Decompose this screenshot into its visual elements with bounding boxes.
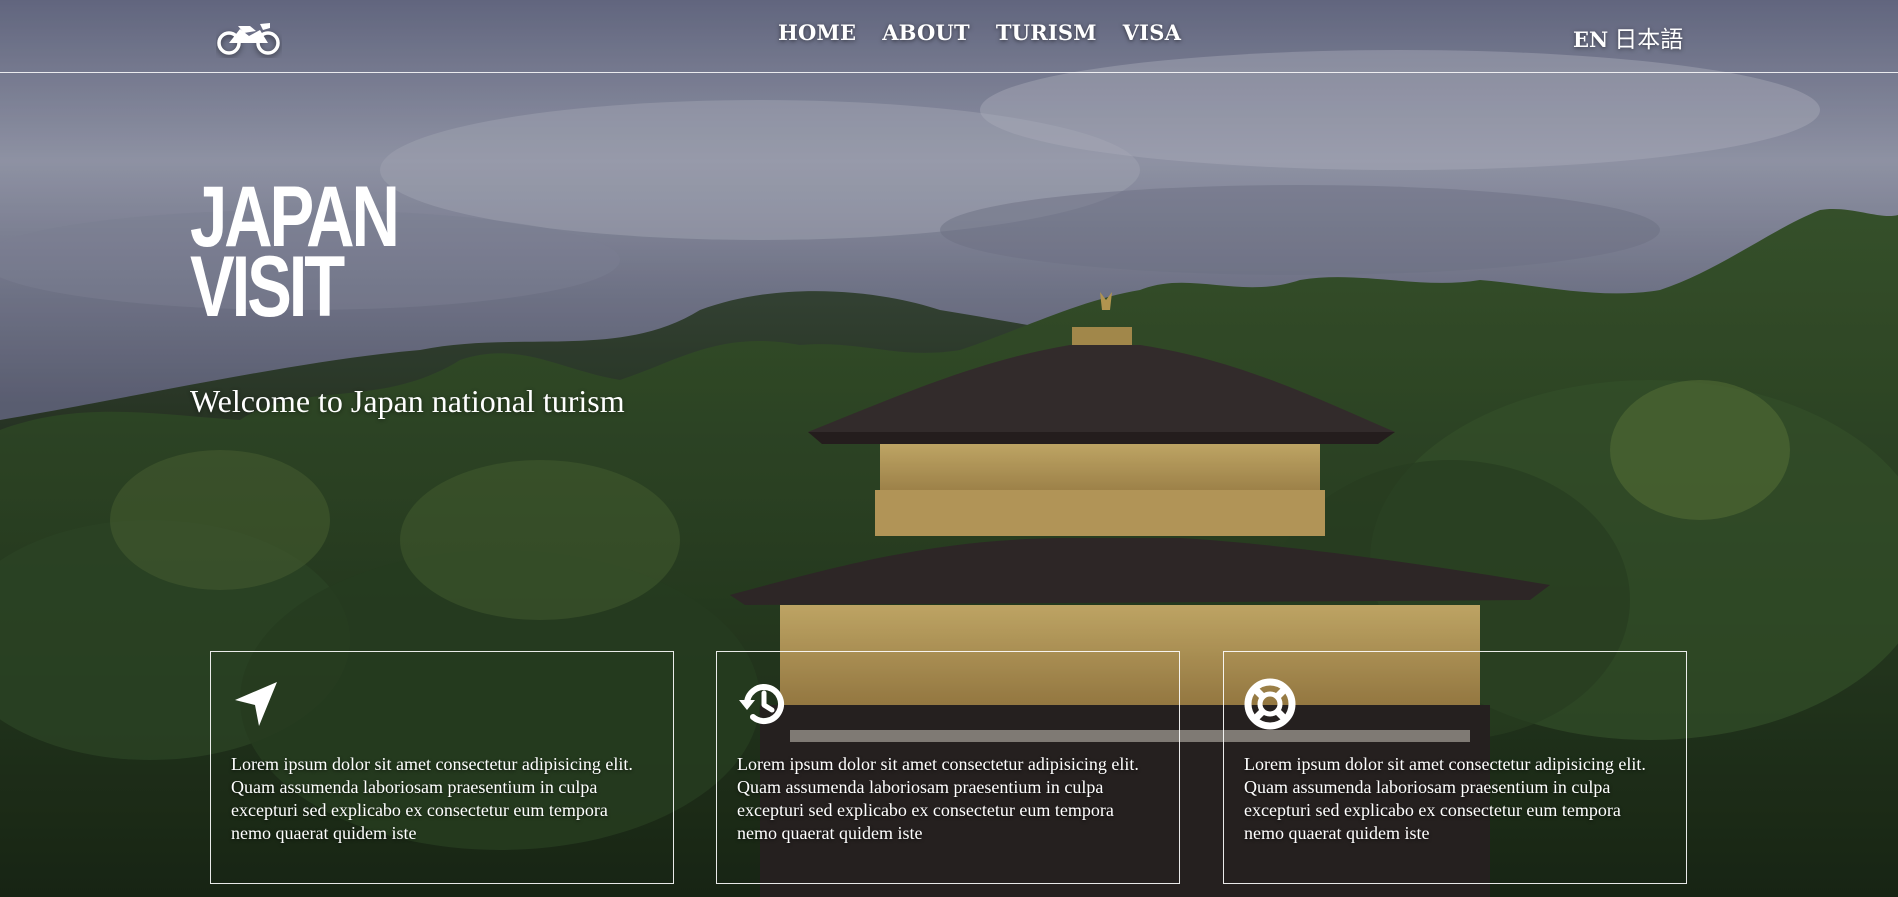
nav-visa-link[interactable]: VISA	[1123, 20, 1181, 45]
motorcycle-logo-icon[interactable]	[216, 14, 282, 58]
language-switcher: EN 日本語	[1573, 20, 1683, 54]
feature-card-text: Lorem ipsum dolor sit amet consectetur a…	[737, 754, 1139, 843]
hero-title: JAPAN VISIT	[190, 174, 400, 330]
top-navigation-bar: HOME ABOUT TURISM VISA EN 日本語	[0, 0, 1898, 73]
life-ring-icon	[1244, 678, 1296, 730]
feature-card-support: Lorem ipsum dolor sit amet consectetur a…	[1223, 651, 1687, 884]
feature-card-text: Lorem ipsum dolor sit amet consectetur a…	[231, 754, 633, 843]
hero-subtitle: Welcome to Japan national turism	[190, 383, 625, 419]
nav-turism-link[interactable]: TURISM	[996, 20, 1097, 45]
nav-about-link[interactable]: ABOUT	[882, 20, 970, 45]
history-icon	[739, 684, 784, 724]
feature-card-text: Lorem ipsum dolor sit amet consectetur a…	[1244, 754, 1646, 843]
main-nav: HOME ABOUT TURISM VISA	[778, 20, 1181, 45]
feature-card-history: Lorem ipsum dolor sit amet consectetur a…	[716, 651, 1180, 884]
lang-en-option[interactable]: EN	[1573, 27, 1608, 52]
location-arrow-icon	[235, 682, 277, 726]
feature-card-navigation: Lorem ipsum dolor sit amet consectetur a…	[210, 651, 674, 884]
lang-ja-option[interactable]: 日本語	[1614, 20, 1683, 54]
nav-home-link[interactable]: HOME	[778, 20, 856, 45]
